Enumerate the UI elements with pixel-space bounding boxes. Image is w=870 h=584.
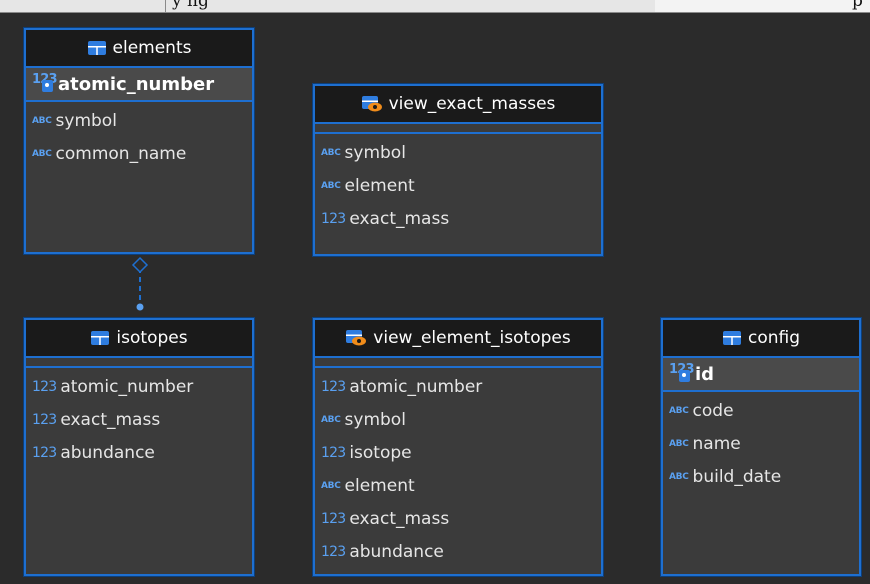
- column-row[interactable]: ABC common_name: [26, 137, 252, 170]
- entity-name: view_element_isotopes: [373, 328, 571, 348]
- column-row[interactable]: ABC symbol: [315, 403, 601, 436]
- column-row[interactable]: ABC symbol: [26, 104, 252, 137]
- column-row[interactable]: ABC name: [663, 427, 859, 460]
- column-name: name: [692, 433, 741, 454]
- entity-view-element-isotopes[interactable]: view_element_isotopes 123 atomic_number …: [313, 318, 603, 576]
- column-row[interactable]: 123 atomic_number: [26, 370, 252, 403]
- column-name: symbol: [344, 142, 406, 163]
- column-row[interactable]: 123 abundance: [315, 535, 601, 568]
- text-type-icon: ABC: [321, 180, 341, 191]
- column-name: symbol: [344, 409, 406, 430]
- column-row[interactable]: 123 exact_mass: [315, 202, 601, 235]
- entity-isotopes[interactable]: isotopes 123 atomic_number 123 exact_mas…: [24, 318, 254, 576]
- column-name: common_name: [55, 143, 187, 164]
- column-name: symbol: [55, 110, 117, 131]
- column-row[interactable]: ABC symbol: [315, 136, 601, 169]
- entity-name: elements: [112, 38, 192, 58]
- column-name: exact_mass: [60, 409, 161, 430]
- column-name: atomic_number: [60, 376, 194, 397]
- entity-header[interactable]: view_element_isotopes: [315, 320, 601, 358]
- column-row[interactable]: 123 atomic_number: [315, 370, 601, 403]
- view-icon: [361, 96, 382, 112]
- column-name: atomic_number: [349, 376, 483, 397]
- view-icon: [346, 330, 367, 346]
- numeric-type-icon: 123: [321, 510, 346, 527]
- column-row[interactable]: 123 isotope: [315, 436, 601, 469]
- column-name: element: [344, 175, 415, 196]
- entity-header[interactable]: view_exact_masses: [315, 86, 601, 124]
- column-row[interactable]: ABC element: [315, 469, 601, 502]
- entity-header[interactable]: config: [663, 320, 859, 358]
- primary-key-column[interactable]: 123 id: [663, 358, 859, 392]
- column-row[interactable]: ABC element: [315, 169, 601, 202]
- text-type-icon: ABC: [321, 414, 341, 425]
- column-name: atomic_number: [58, 73, 215, 95]
- numeric-type-icon: 123: [321, 543, 346, 560]
- primary-key-column[interactable]: 123 atomic_number: [26, 68, 252, 102]
- text-type-icon: ABC: [321, 480, 341, 491]
- text-type-icon: ABC: [669, 405, 689, 416]
- column-name: isotope: [349, 442, 412, 463]
- table-icon: [722, 331, 741, 345]
- column-name: build_date: [692, 466, 782, 487]
- text-type-icon: ABC: [321, 147, 341, 158]
- column-row[interactable]: 123 exact_mass: [315, 502, 601, 535]
- numeric-type-icon: 123: [321, 444, 346, 461]
- numeric-type-icon: 123: [321, 210, 346, 227]
- numeric-type-icon: 123: [32, 444, 57, 461]
- text-type-icon: ABC: [32, 148, 52, 159]
- table-icon: [87, 41, 106, 55]
- column-row[interactable]: ABC code: [663, 394, 859, 427]
- entity-name: view_exact_masses: [388, 94, 556, 114]
- primary-key-numeric-icon: 123: [669, 362, 695, 384]
- entity-elements[interactable]: elements 123 atomic_number ABC symbol AB…: [24, 28, 254, 254]
- numeric-type-icon: 123: [32, 378, 57, 395]
- entity-name: isotopes: [116, 328, 188, 348]
- entity-header[interactable]: isotopes: [26, 320, 252, 358]
- relationship-endpoint-dot: [136, 303, 144, 311]
- entity-view-exact-masses[interactable]: view_exact_masses ABC symbol ABC element…: [313, 84, 603, 256]
- text-type-icon: ABC: [669, 438, 689, 449]
- primary-key-numeric-icon: 123: [32, 72, 58, 94]
- text-type-icon: ABC: [669, 471, 689, 482]
- text-type-icon: ABC: [32, 115, 52, 126]
- column-name: id: [695, 363, 715, 385]
- column-row[interactable]: 123 abundance: [26, 436, 252, 469]
- table-icon: [91, 331, 110, 345]
- column-name: element: [344, 475, 415, 496]
- column-row[interactable]: 123 exact_mass: [26, 403, 252, 436]
- relationship-diamond-icon: [131, 256, 149, 274]
- entity-header[interactable]: elements: [26, 30, 252, 68]
- column-name: code: [692, 400, 734, 421]
- column-name: abundance: [60, 442, 155, 463]
- column-name: exact_mass: [349, 508, 450, 529]
- numeric-type-icon: 123: [32, 411, 57, 428]
- entity-config[interactable]: config 123 id ABC code ABC name ABC buil…: [661, 318, 861, 576]
- column-row[interactable]: ABC build_date: [663, 460, 859, 493]
- column-name: exact_mass: [349, 208, 450, 229]
- entity-name: config: [747, 328, 801, 348]
- numeric-type-icon: 123: [321, 378, 346, 395]
- column-name: abundance: [349, 541, 444, 562]
